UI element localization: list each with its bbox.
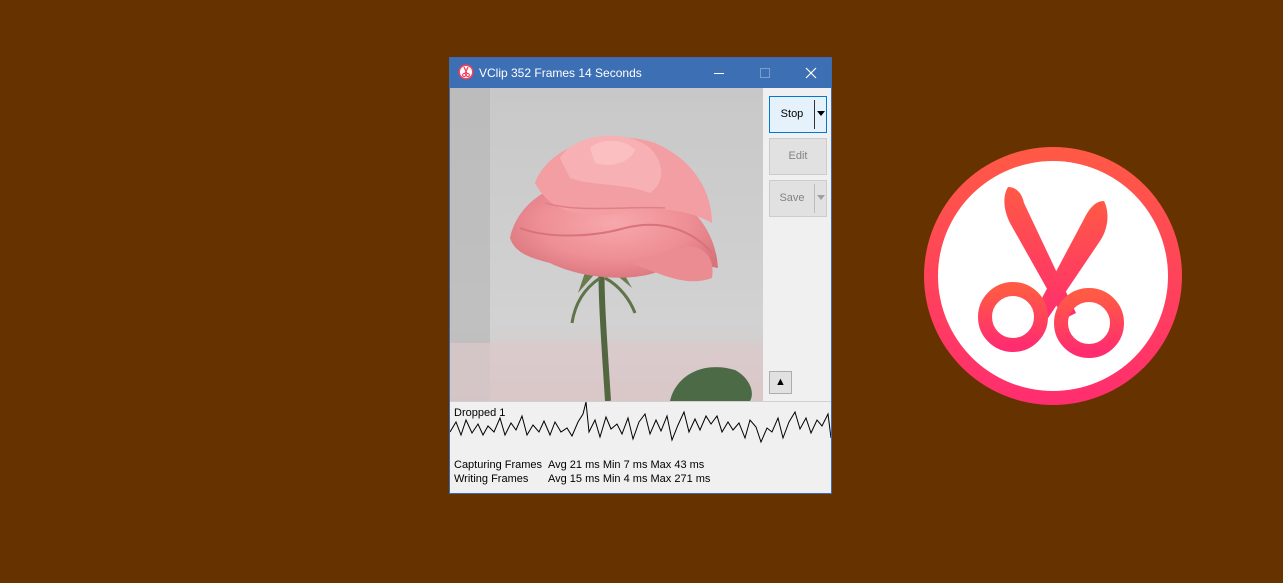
side-panel: Stop Edit Save ▲ <box>763 88 831 401</box>
video-preview <box>450 88 763 401</box>
save-button-label: Save <box>779 192 805 204</box>
minimize-icon <box>714 73 724 74</box>
split-divider <box>814 100 815 129</box>
stop-button[interactable]: Stop <box>769 96 827 133</box>
scissors-icon <box>458 64 474 80</box>
stop-button-label: Stop <box>780 108 804 120</box>
timing-graph-panel: Dropped 1 Capturing Frames Avg 21 ms Min … <box>450 401 831 493</box>
window-title: VClip 352 Frames 14 Seconds <box>479 66 642 80</box>
title-bar[interactable]: VClip 352 Frames 14 Seconds <box>450 58 831 88</box>
chevron-down-icon[interactable] <box>817 195 825 200</box>
edit-button[interactable]: Edit <box>769 138 827 175</box>
expand-button[interactable]: ▲ <box>769 371 792 394</box>
stat-label: Capturing Frames <box>454 459 543 471</box>
scissors-icon <box>924 147 1182 405</box>
minimize-button[interactable] <box>696 58 742 88</box>
save-button[interactable]: Save <box>769 180 827 217</box>
maximize-icon <box>760 68 770 78</box>
stat-label: Writing Frames <box>454 473 529 485</box>
rose-video-frame <box>450 88 763 401</box>
stat-values: Avg 15 ms Min 4 ms Max 271 ms <box>548 473 711 485</box>
chevron-down-icon[interactable] <box>817 111 825 116</box>
dropped-frames-label: Dropped 1 <box>454 407 506 419</box>
close-icon <box>805 67 817 79</box>
desktop: VClip 352 Frames 14 Seconds Stop Edit Sa… <box>0 0 1283 583</box>
capturing-frames-row: Capturing Frames Avg 21 ms Min 7 ms Max 4… <box>454 459 704 472</box>
writing-frames-row: Writing Frames Avg 15 ms Min 4 ms Max 271… <box>454 473 710 486</box>
split-divider <box>814 184 815 213</box>
maximize-button[interactable] <box>742 58 788 88</box>
vclip-window: VClip 352 Frames 14 Seconds Stop Edit Sa… <box>449 57 832 494</box>
stat-values: Avg 21 ms Min 7 ms Max 43 ms <box>548 459 705 471</box>
close-button[interactable] <box>788 58 831 88</box>
